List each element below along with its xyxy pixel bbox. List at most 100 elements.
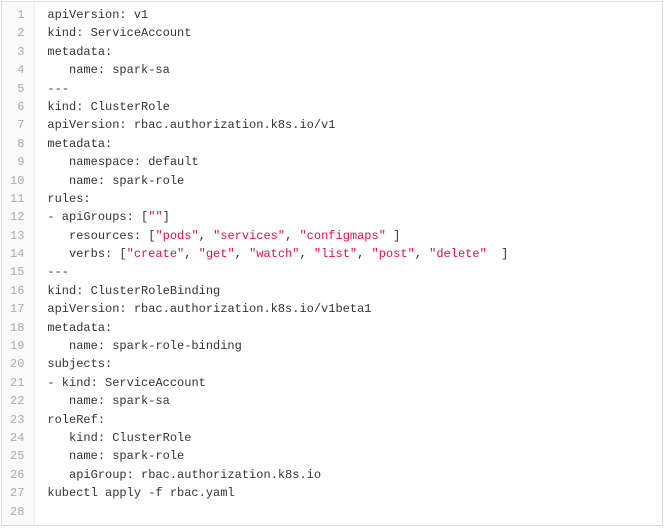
line-number: 28	[2, 503, 34, 521]
code-line: name: spark-sa	[47, 392, 662, 410]
code-token: [	[112, 247, 126, 261]
line-number: 17	[2, 300, 34, 318]
line-number: 10	[2, 172, 34, 190]
code-line: name: spark-role	[47, 172, 662, 190]
code-token: "post"	[372, 247, 415, 261]
code-token: ServiceAccount	[83, 26, 191, 40]
code-token: ClusterRole	[105, 431, 191, 445]
code-token: ClusterRoleBinding	[83, 284, 220, 298]
code-line: metadata:	[47, 135, 662, 153]
code-token: subjects:	[47, 357, 112, 371]
code-token: name:	[47, 449, 105, 463]
code-token: name:	[47, 63, 105, 77]
code-line: - apiGroups: [""]	[47, 208, 662, 226]
code-token: kubectl apply -f rbac.yaml	[47, 486, 234, 500]
code-token: ClusterRole	[83, 100, 169, 114]
code-token: kind:	[47, 26, 83, 40]
line-number: 11	[2, 190, 34, 208]
code-token: default	[141, 155, 199, 169]
code-token: ,	[299, 247, 313, 261]
code-line: kind: ServiceAccount	[47, 24, 662, 42]
code-line: subjects:	[47, 355, 662, 373]
code-token: ""	[148, 210, 162, 224]
code-line: kind: ClusterRole	[47, 429, 662, 447]
line-number: 6	[2, 98, 34, 116]
line-number: 7	[2, 116, 34, 134]
code-token: name:	[47, 339, 105, 353]
code-line: kind: ClusterRoleBinding	[47, 282, 662, 300]
code-token: ,	[235, 247, 249, 261]
code-token: resources:	[47, 229, 141, 243]
code-token: [	[141, 229, 155, 243]
line-number: 2	[2, 24, 34, 42]
code-token: "configmaps"	[299, 229, 385, 243]
line-number: 23	[2, 411, 34, 429]
line-number: 13	[2, 227, 34, 245]
code-line: ---	[47, 80, 662, 98]
line-number: 12	[2, 208, 34, 226]
line-number: 26	[2, 466, 34, 484]
line-number: 3	[2, 43, 34, 61]
code-token: "list"	[314, 247, 357, 261]
code-line: verbs: ["create", "get", "watch", "list"…	[47, 245, 662, 263]
code-token: spark-sa	[105, 394, 170, 408]
code-token: rbac.authorization.k8s.io/v1	[127, 118, 336, 132]
code-line: rules:	[47, 190, 662, 208]
code-line: apiGroup: rbac.authorization.k8s.io	[47, 466, 662, 484]
code-line: apiVersion: rbac.authorization.k8s.io/v1…	[47, 300, 662, 318]
code-line: kind: ClusterRole	[47, 98, 662, 116]
code-token: ,	[184, 247, 198, 261]
code-token: - kind:	[47, 376, 97, 390]
line-number: 27	[2, 484, 34, 502]
code-content[interactable]: apiVersion: v1kind: ServiceAccountmetada…	[35, 2, 662, 525]
code-token: ,	[415, 247, 429, 261]
code-token: "get"	[199, 247, 235, 261]
line-number: 5	[2, 80, 34, 98]
code-token: apiVersion:	[47, 8, 126, 22]
code-token: metadata:	[47, 45, 112, 59]
line-number: 22	[2, 392, 34, 410]
code-token: roleRef:	[47, 413, 105, 427]
code-token: ]	[386, 229, 400, 243]
code-token: "watch"	[249, 247, 299, 261]
code-token: ]	[487, 247, 509, 261]
code-token: metadata:	[47, 137, 112, 151]
code-token: ,	[357, 247, 371, 261]
code-token: ---	[47, 265, 69, 279]
code-token: metadata:	[47, 321, 112, 335]
code-token: "create"	[127, 247, 185, 261]
code-token: spark-sa	[105, 63, 170, 77]
line-number: 19	[2, 337, 34, 355]
line-number: 15	[2, 263, 34, 281]
code-line: metadata:	[47, 43, 662, 61]
code-token: kind:	[47, 100, 83, 114]
code-token: spark-role	[105, 449, 184, 463]
code-line: namespace: default	[47, 153, 662, 171]
code-token: name:	[47, 394, 105, 408]
line-number: 9	[2, 153, 34, 171]
line-number: 4	[2, 61, 34, 79]
code-token: ,	[285, 229, 299, 243]
code-token: namespace:	[47, 155, 141, 169]
code-token: rules:	[47, 192, 90, 206]
code-line: name: spark-role-binding	[47, 337, 662, 355]
code-token: apiVersion:	[47, 302, 126, 316]
code-token: kind:	[47, 284, 83, 298]
code-token: rbac.authorization.k8s.io	[134, 468, 321, 482]
line-number: 18	[2, 319, 34, 337]
line-number: 8	[2, 135, 34, 153]
code-token: "services"	[213, 229, 285, 243]
code-token: ]	[163, 210, 170, 224]
code-line: apiVersion: v1	[47, 6, 662, 24]
line-number: 20	[2, 355, 34, 373]
code-line: metadata:	[47, 319, 662, 337]
code-block: 1234567891011121314151617181920212223242…	[1, 1, 663, 526]
code-token: apiVersion:	[47, 118, 126, 132]
code-token: name:	[47, 174, 105, 188]
code-token: ---	[47, 82, 69, 96]
code-line: kubectl apply -f rbac.yaml	[47, 484, 662, 502]
line-number: 25	[2, 447, 34, 465]
line-number: 16	[2, 282, 34, 300]
code-line: ---	[47, 263, 662, 281]
code-token: ServiceAccount	[98, 376, 206, 390]
